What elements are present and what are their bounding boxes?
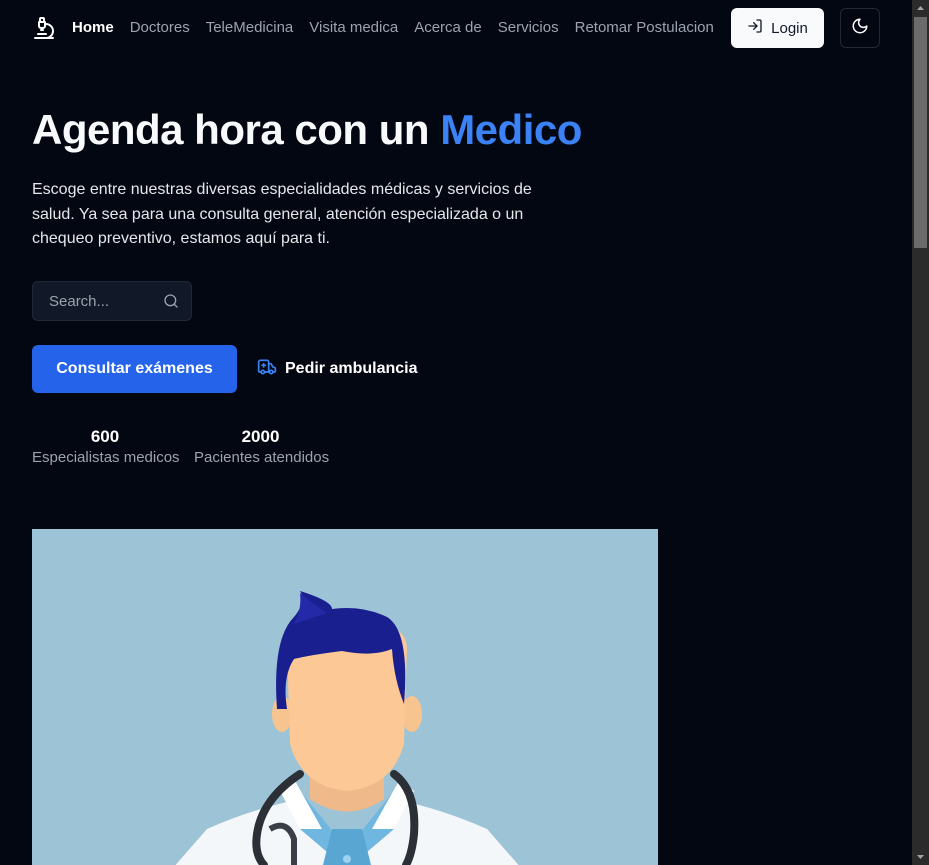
ambulance-icon: [257, 357, 277, 382]
search-box: [32, 281, 193, 321]
pedir-ambulancia-label: Pedir ambulancia: [285, 360, 418, 377]
hero-title: Agenda hora con un Medico: [32, 106, 582, 154]
stat-label: Pacientes atendidos: [194, 449, 330, 466]
login-button[interactable]: Login: [731, 8, 824, 48]
nav-link-servicios[interactable]: Servicios: [498, 19, 559, 36]
stat-label: Especialistas medicos: [32, 449, 180, 466]
scroll-up-arrow-icon[interactable]: [912, 0, 929, 17]
doctor-illustration: [32, 529, 658, 865]
scroll-down-arrow-icon[interactable]: [912, 848, 929, 865]
stat-value: 600: [90, 427, 120, 446]
hero-description: Escoge entre nuestras diversas especiali…: [32, 181, 532, 247]
page: Home Doctores TeleMedicina Visita medica…: [0, 0, 912, 865]
vertical-scrollbar[interactable]: [912, 0, 929, 865]
nav-link-doctores[interactable]: Doctores: [130, 19, 190, 36]
nav-links: Home Doctores TeleMedicina Visita medica…: [72, 19, 714, 36]
hero-title-accent: Medico: [440, 106, 582, 153]
nav-link-visita-medica[interactable]: Visita medica: [309, 19, 398, 36]
nav-link-home[interactable]: Home: [72, 19, 114, 36]
log-in-icon: [747, 18, 763, 38]
login-label: Login: [771, 19, 808, 37]
theme-toggle-button[interactable]: [840, 8, 880, 48]
pedir-ambulancia-button[interactable]: Pedir ambulancia: [257, 357, 418, 381]
search-icon[interactable]: [163, 293, 179, 309]
nav-link-telemedicina[interactable]: TeleMedicina: [206, 19, 294, 36]
moon-icon: [851, 17, 869, 40]
scrollbar-thumb[interactable]: [914, 17, 927, 248]
stat-specialists: 600 Especialistas medicos: [32, 427, 180, 469]
top-navbar: Home Doctores TeleMedicina Visita medica…: [0, 0, 912, 56]
microscope-icon[interactable]: [32, 16, 56, 40]
hero-title-main: Agenda hora con un: [32, 106, 441, 153]
stat-patients: 2000 Pacientes atendidos: [194, 427, 330, 469]
doctor-figure: [175, 591, 519, 865]
nav-link-retomar-postulacion[interactable]: Retomar Postulacion: [575, 19, 714, 36]
consultar-examenes-button[interactable]: Consultar exámenes: [32, 345, 237, 393]
stat-value: 2000: [241, 427, 280, 446]
nav-link-acerca-de[interactable]: Acerca de: [414, 19, 482, 36]
